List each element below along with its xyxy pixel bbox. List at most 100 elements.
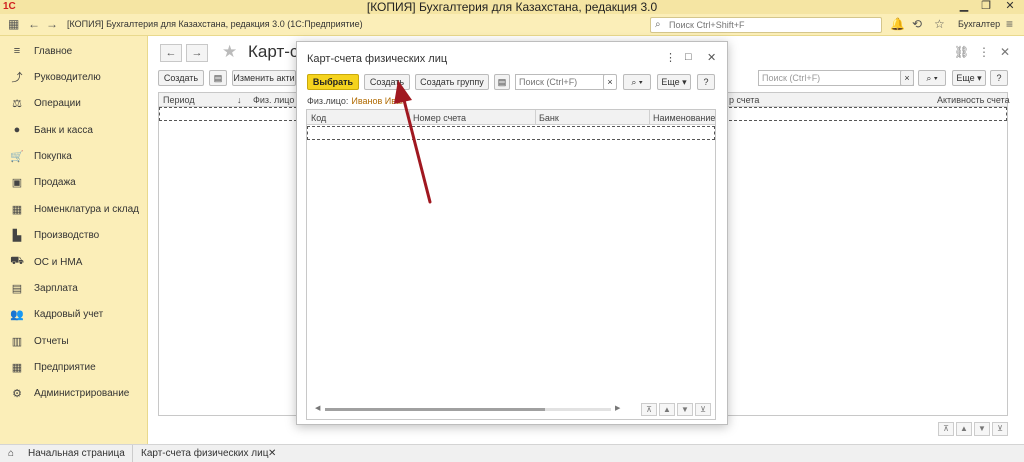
tab-current[interactable]: Карт-счета физических лиц — [132, 445, 268, 462]
person-filter: Физ.лицо: Иванов Иван — [307, 96, 406, 106]
forward-button[interactable]: → — [186, 44, 208, 62]
close-window-icon[interactable]: ✕ — [1000, 0, 1020, 14]
scroll-right-icon[interactable]: ▶ — [615, 404, 620, 412]
help-button[interactable]: ? — [990, 70, 1008, 86]
sort-icon[interactable]: ↓ — [237, 95, 242, 105]
sidebar-item-production[interactable]: ▙ Производство — [0, 222, 148, 248]
forward-icon[interactable]: → — [46, 17, 58, 31]
create-group-button[interactable]: Создать группу — [415, 74, 489, 90]
page-first-icon[interactable]: ⊼ — [938, 422, 954, 436]
sidebar-item-purchase[interactable]: 🛒 Покупка — [0, 143, 148, 169]
sidebar-item-hr[interactable]: 👥 Кадровый учет — [0, 301, 148, 327]
filter-value-link[interactable]: Иванов Иван — [351, 96, 406, 106]
column-divider — [409, 110, 410, 125]
dialog-maximize-icon[interactable]: □ — [685, 51, 692, 63]
bell-icon[interactable]: 🔔 — [890, 17, 905, 31]
clear-search-icon[interactable]: × — [603, 74, 617, 90]
column-divider — [535, 110, 536, 125]
dialog-search-input[interactable] — [515, 74, 615, 90]
coin-icon: ● — [13, 124, 21, 136]
home-tab-icon[interactable]: ⌂ — [8, 445, 14, 462]
close-tab-icon[interactable]: ✕ — [268, 445, 276, 462]
minimize-icon[interactable]: ▁ — [954, 0, 974, 14]
app-toolbar: ▦ ← → [КОПИЯ] Бухгалтерия для Казахстана… — [0, 14, 1024, 36]
favorite-star-icon[interactable]: ★ — [222, 42, 237, 62]
page-down-icon[interactable]: ▼ — [677, 403, 693, 416]
page-last-icon[interactable]: ⊻ — [695, 403, 711, 416]
menu-icon[interactable]: ≡ — [1006, 17, 1013, 31]
dialog-more-icon[interactable]: ⋮ — [665, 51, 676, 64]
sidebar-item-admin[interactable]: ⚙ Администрирование — [0, 380, 148, 406]
scroll-left-icon[interactable]: ◀ — [315, 404, 320, 412]
col-name[interactable]: Наименование — [653, 113, 715, 123]
sidebar-item-enterprise[interactable]: ▦ Предприятие — [0, 354, 148, 380]
create-button[interactable]: Создать — [158, 70, 204, 86]
building-icon: ▦ — [11, 361, 23, 374]
select-button[interactable]: Выбрать — [307, 74, 359, 90]
col-code[interactable]: Код — [311, 113, 326, 123]
col-account-number[interactable]: Номер счета — [413, 113, 466, 123]
page-up-icon[interactable]: ▲ — [956, 422, 972, 436]
clear-search-icon[interactable]: × — [900, 70, 914, 86]
page-first-icon[interactable]: ⊼ — [641, 403, 657, 416]
back-icon[interactable]: ← — [28, 17, 40, 31]
column-divider — [649, 110, 650, 125]
tab-bar: ⌂ Начальная страница Карт-счета физическ… — [0, 444, 1024, 462]
close-form-icon[interactable]: ✕ — [1000, 45, 1010, 59]
sidebar-item-assets[interactable]: ⛟ ОС и НМА — [0, 249, 148, 275]
gear-icon: ⚙ — [12, 387, 22, 400]
col-activity[interactable]: Активность счета — [937, 95, 1010, 105]
copy-icon[interactable]: ▤ — [494, 74, 510, 90]
change-activity-button[interactable]: Изменить акти — [232, 70, 296, 86]
home-grid-icon[interactable]: ▦ — [8, 17, 19, 31]
tab-home[interactable]: Начальная страница — [28, 445, 125, 462]
grid-icon: ▦ — [11, 203, 23, 216]
dialog-card-accounts: Карт-счета физических лиц ⋮ □ ✕ Выбрать … — [296, 41, 728, 425]
global-search-input[interactable] — [669, 19, 869, 31]
history-icon[interactable]: ⟲ — [912, 17, 922, 31]
copy-icon[interactable]: ▤ — [209, 70, 227, 86]
dialog-more-button[interactable]: Еще ▾ — [657, 74, 691, 90]
sidebar-item-reports[interactable]: ▥ Отчеты — [0, 328, 148, 354]
col-person[interactable]: Физ. лицо — [253, 95, 294, 105]
main-search-input[interactable]: Поиск (Ctrl+F) — [758, 70, 914, 86]
more-button[interactable]: Еще ▾ — [952, 70, 986, 86]
sidebar-item-salary[interactable]: ▤ Зарплата — [0, 275, 148, 301]
star-icon[interactable]: ☆ — [934, 17, 945, 31]
page-down-icon[interactable]: ▼ — [974, 422, 990, 436]
search-icon: ⌕ — [655, 19, 661, 30]
more-options-icon[interactable]: ⋮ — [978, 45, 990, 59]
filter-label: Физ.лицо: — [307, 96, 349, 106]
horizontal-scrollbar[interactable]: ◀ ▶ — [313, 405, 623, 413]
dialog-help-button[interactable]: ? — [697, 74, 715, 90]
sidebar-item-operations[interactable]: ⚖ Операции — [0, 90, 148, 116]
app-subtitle: [КОПИЯ] Бухгалтерия для Казахстана, реда… — [67, 19, 363, 29]
search-dropdown-icon[interactable]: ⌕ ▾ — [918, 70, 946, 86]
sidebar-item-sales[interactable]: ▣ Продажа — [0, 169, 148, 195]
sidebar-item-main[interactable]: ≡ Главное — [0, 38, 148, 64]
sidebar-item-manager[interactable]: ⤴ Руководителю — [0, 64, 148, 90]
col-account[interactable]: р счета — [729, 95, 759, 105]
dialog-title: Карт-счета физических лиц — [307, 53, 448, 65]
dialog-close-icon[interactable]: ✕ — [707, 51, 716, 64]
link-icon[interactable]: ⛓ — [954, 45, 969, 59]
restore-icon[interactable]: ❐ — [976, 0, 996, 14]
col-period[interactable]: Период — [163, 95, 195, 105]
user-name[interactable]: Бухгалтер — [958, 19, 1000, 29]
menu-icon: ≡ — [13, 45, 21, 57]
dialog-create-button[interactable]: Создать — [364, 74, 410, 90]
dialog-table-header: Код Номер счета Банк Наименование — [307, 110, 715, 125]
search-dropdown-icon[interactable]: ⌕ ▾ — [623, 74, 651, 90]
sidebar-item-bank[interactable]: ● Банк и касса — [0, 117, 148, 143]
global-search[interactable]: ⌕ — [650, 17, 882, 33]
page-up-icon[interactable]: ▲ — [659, 403, 675, 416]
page-last-icon[interactable]: ⊻ — [992, 422, 1008, 436]
table-row[interactable] — [307, 126, 715, 140]
col-bank[interactable]: Банк — [539, 113, 559, 123]
back-button[interactable]: ← — [160, 44, 182, 62]
truck-icon: ⛟ — [10, 255, 24, 267]
sidebar: ≡ Главное ⤴ Руководителю ⚖ Операции ● Банк и… — [0, 36, 148, 444]
sidebar-item-nomenclature[interactable]: ▦ Номенклатура и склад — [0, 196, 148, 222]
scroll-thumb[interactable] — [325, 408, 545, 411]
dialog-table[interactable]: Код Номер счета Банк Наименование ◀ ▶ ⊼ … — [306, 109, 716, 420]
